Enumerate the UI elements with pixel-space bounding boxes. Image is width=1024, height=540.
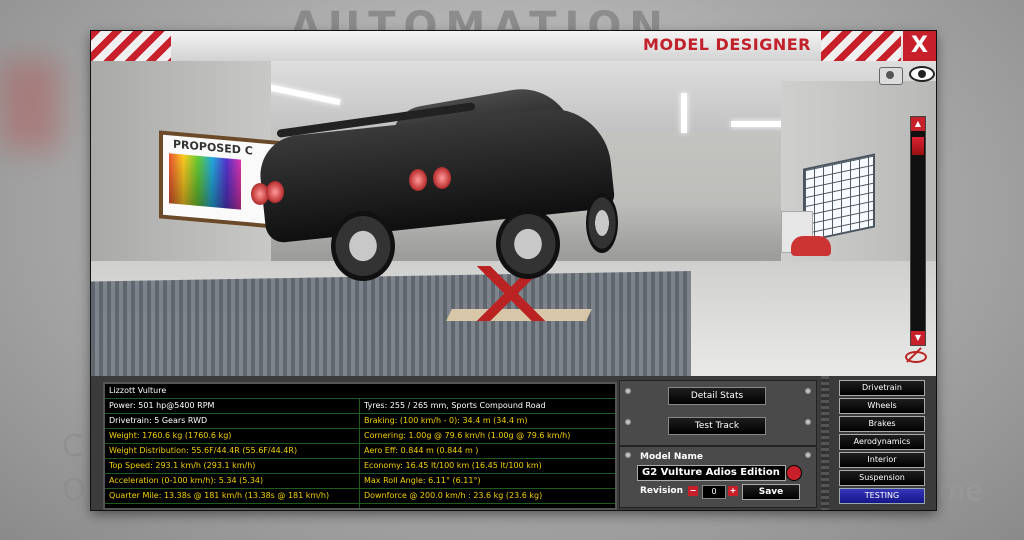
action-panel: Detail Stats Test Track	[619, 380, 817, 446]
model-designer-window: MODEL DESIGNER X PROPOSED C ▲ ▼ Lizzott …	[91, 31, 936, 510]
floor-grate	[91, 271, 691, 376]
hide-view-icon[interactable]	[905, 347, 927, 363]
nav-tab-wheels[interactable]: Wheels	[839, 398, 925, 414]
zoom-up-arrow-icon[interactable]: ▲	[911, 117, 925, 131]
zoom-slider-thumb[interactable]	[912, 137, 924, 155]
stat-right-cell: Aero Eff: 0.844 m (0.844 m )	[364, 446, 479, 455]
rivet	[805, 388, 811, 394]
test-track-button[interactable]: Test Track	[668, 417, 766, 435]
panel-separator	[821, 376, 829, 510]
background-text-left: C O	[62, 425, 86, 513]
car-wheel	[331, 211, 395, 281]
stat-right-cell: Downforce @ 200.0 km/h : 23.6 kg (23.6 k…	[364, 491, 543, 500]
nav-tab-aerodynamics[interactable]: Aerodynamics	[839, 434, 925, 450]
ceiling-light	[681, 93, 687, 133]
model-name-input[interactable]: G2 Vulture Adios Edition	[637, 465, 786, 481]
rivet	[805, 452, 811, 458]
tail-light	[409, 169, 427, 191]
stat-right-cell: Tyres: 255 / 265 mm, Sports Compound Roa…	[364, 401, 546, 410]
rivet	[805, 419, 811, 425]
background-text-line-1: C	[62, 429, 83, 464]
model-family-name: Lizzott Vulture	[109, 386, 167, 395]
stats-header: Lizzott Vulture	[105, 384, 615, 399]
revision-increment-button[interactable]: +	[728, 486, 738, 496]
model-name-panel: Model Name G2 Vulture Adios Edition Revi…	[619, 446, 817, 508]
stat-left-cell: Power: 501 hp@5400 RPM	[109, 401, 215, 410]
background-text-line-2: O	[62, 473, 86, 508]
car-wheel	[496, 209, 560, 279]
revision-decrement-button[interactable]: −	[688, 486, 698, 496]
designer-nav: Drivetrain Wheels Brakes Aerodynamics Interi…	[835, 376, 930, 510]
stat-left-cell: Top Speed: 293.1 km/h (293.1 km/h)	[109, 461, 256, 470]
stat-left-cell: Weight Distribution: 55.6F/44.4R (55.6F/…	[109, 446, 298, 455]
car-wheel	[586, 193, 618, 253]
close-button[interactable]: X	[903, 31, 936, 61]
garage-window	[803, 153, 875, 243]
zoom-slider[interactable]: ▲ ▼	[910, 116, 926, 346]
reset-name-icon[interactable]	[786, 465, 802, 481]
title-stripes-left	[91, 31, 171, 61]
stat-left-cell: Quarter Mile: 13.38s @ 181 km/h (13.38s …	[109, 491, 330, 500]
ceiling-light	[261, 82, 341, 106]
title-bar: MODEL DESIGNER X	[91, 31, 936, 62]
rivet	[625, 388, 631, 394]
eye-icon[interactable]	[909, 66, 935, 82]
title-stripes-right	[821, 31, 901, 61]
nav-tab-testing[interactable]: TESTING	[839, 488, 925, 504]
nav-tab-suspension[interactable]: Suspension	[839, 470, 925, 486]
zoom-down-arrow-icon[interactable]: ▼	[911, 331, 925, 345]
stat-left-cell: Weight: 1760.6 kg (1760.6 kg)	[109, 431, 232, 440]
background-blur	[0, 60, 60, 150]
save-button[interactable]: Save	[742, 484, 800, 500]
nav-tab-drivetrain[interactable]: Drivetrain	[839, 380, 925, 396]
model-name-label: Model Name	[640, 452, 703, 462]
color-swatches	[169, 153, 241, 210]
detail-stats-button[interactable]: Detail Stats	[668, 387, 766, 405]
revision-value: 0	[702, 485, 726, 499]
stat-right-cell: Cornering: 1.00g @ 79.6 km/h (1.00g @ 79…	[364, 431, 571, 440]
stat-left-cell: Acceleration (0-100 km/h): 5.34 (5.34)	[109, 476, 264, 485]
background-car	[791, 236, 831, 256]
stats-table: Lizzott Vulture Power: 501 hp@5400 RPM Ty…	[103, 382, 617, 510]
car-viewport[interactable]: PROPOSED C ▲ ▼	[91, 61, 936, 376]
stat-right-cell: Braking: (100 km/h - 0): 34.4 m (34.4 m)	[364, 416, 528, 425]
stats-row-divider	[105, 503, 615, 504]
nav-tab-brakes[interactable]: Brakes	[839, 416, 925, 432]
background-text-right: me	[938, 474, 983, 507]
revision-label: Revision	[640, 486, 684, 496]
window-title: MODEL DESIGNER	[643, 35, 811, 54]
stat-right-cell: Economy: 16.45 lt/100 km (16.45 lt/100 k…	[364, 461, 542, 470]
nav-tab-interior[interactable]: Interior	[839, 452, 925, 468]
stat-right-cell: Max Roll Angle: 6.11° (6.11°)	[364, 476, 481, 485]
stat-left-cell: Drivetrain: 5 Gears RWD	[109, 416, 208, 425]
rivet	[625, 452, 631, 458]
bottom-panel: Lizzott Vulture Power: 501 hp@5400 RPM Ty…	[91, 376, 936, 510]
tail-light	[266, 181, 284, 203]
tail-light	[433, 167, 451, 189]
camera-icon[interactable]	[879, 67, 903, 85]
rivet	[625, 419, 631, 425]
